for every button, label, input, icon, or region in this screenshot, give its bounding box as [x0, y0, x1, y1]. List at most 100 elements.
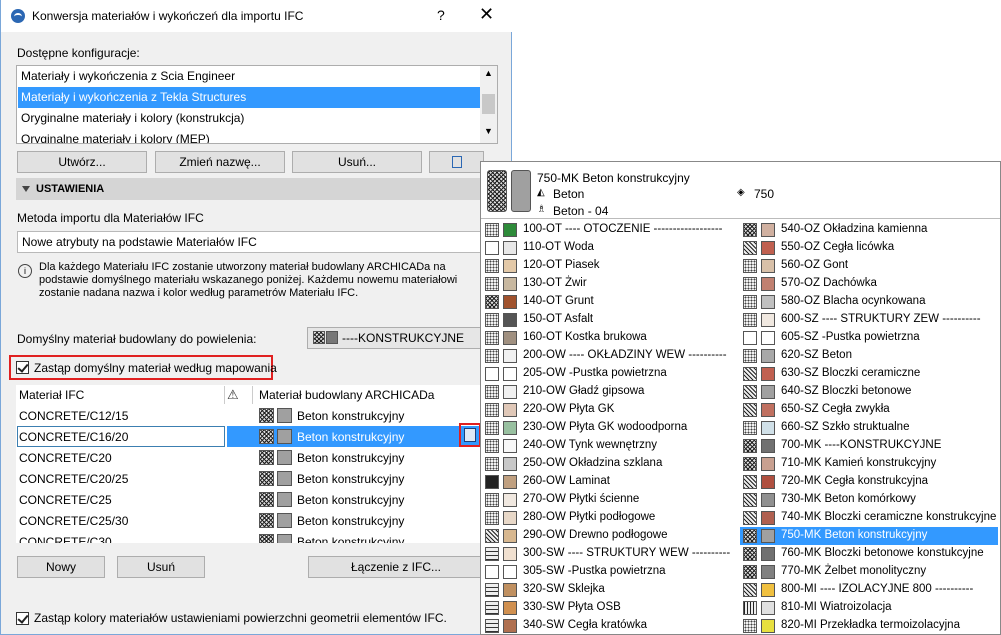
replace-default-checkbox[interactable] [16, 361, 29, 374]
material-list-item[interactable]: 600-SZ ---- STRUKTURY ZEW ---------- [740, 311, 998, 329]
color-swatch [761, 349, 775, 363]
color-swatch [761, 475, 775, 489]
table-row[interactable]: CONCRETE/C20 Beton konstrukcyjny [16, 447, 483, 468]
material-list-item[interactable]: 290-OW Drewno podłogowe [482, 527, 740, 545]
table-row[interactable]: CONCRETE/C30 Beton konstrukcyjny [16, 531, 483, 543]
material-list-item[interactable]: 140-OT Grunt [482, 293, 740, 311]
material-list-item[interactable]: 550-OZ Cegła licówka [740, 239, 998, 257]
color-swatch [761, 277, 775, 291]
remove-button[interactable]: Usuń [117, 556, 205, 578]
material-list-item[interactable]: 270-OW Płytki ścienne [482, 491, 740, 509]
color-swatch [503, 583, 517, 597]
color-swatch [503, 367, 517, 381]
help-button[interactable]: ? [437, 7, 445, 23]
fill-pattern-swatch [485, 547, 499, 561]
material-list-item[interactable]: 305-SW -Pustka powietrzna [482, 563, 740, 581]
merge-ifc-button[interactable]: Łączenie z IFC... [308, 556, 484, 578]
material-label: 250-OW Okładzina szklana [523, 457, 663, 469]
material-list-item[interactable]: 160-OT Kostka brukowa [482, 329, 740, 347]
default-material-dropdown[interactable]: ----KONSTRUKCYJNE [307, 327, 483, 349]
material-list-item[interactable]: 750-MK Beton konstrukcyjny [740, 527, 998, 545]
material-list-item[interactable]: 200-OW ---- OKŁADZINY WEW ---------- [482, 347, 740, 365]
material-label: 305-SW -Pustka powietrzna [523, 565, 666, 577]
material-list-item[interactable]: 760-MK Bloczki betonowe konstukcyjne [740, 545, 998, 563]
config-item[interactable]: Oryginalne materiały i kolory (MEP) [18, 129, 480, 143]
material-list-item[interactable]: 110-OT Woda [482, 239, 740, 257]
material-list-item[interactable]: 320-SW Sklejka [482, 581, 740, 599]
material-list-item[interactable]: 100-OT ---- OTOCZENIE ------------------ [482, 221, 740, 239]
replace-colors-checkbox[interactable] [16, 612, 29, 625]
material-list-item[interactable]: 740-MK Bloczki ceramiczne konstrukcyjne [740, 509, 998, 527]
material-list-item[interactable]: 620-SZ Beton [740, 347, 998, 365]
material-label: 700-MK ----KONSTRUKCYJNE [781, 439, 942, 451]
fill-pattern-swatch [743, 277, 757, 291]
close-button[interactable]: ✕ [479, 4, 494, 25]
material-list-item[interactable]: 210-OW Gładź gipsowa [482, 383, 740, 401]
table-row[interactable]: CONCRETE/C16/20 Beton konstrukcyjny [16, 426, 483, 447]
material-list-item[interactable]: 800-MI ---- IZOLACYJNE 800 ---------- [740, 581, 998, 599]
material-list-item[interactable]: 340-SW Cegła kratówka [482, 617, 740, 635]
export-button[interactable] [429, 151, 484, 173]
material-list-item[interactable]: 720-MK Cegła konstrukcyjna [740, 473, 998, 491]
scroll-up-icon[interactable]: ▲ [484, 68, 493, 78]
configs-scrollbar[interactable]: ▲ ▼ [480, 66, 497, 143]
fill-pattern-swatch [743, 349, 757, 363]
settings-section-header[interactable]: USTAWIENIA [16, 178, 483, 200]
material-label: 220-OW Płyta GK [523, 403, 615, 415]
scroll-thumb[interactable] [482, 94, 495, 114]
material-list-item[interactable]: 630-SZ Bloczki ceramiczne [740, 365, 998, 383]
config-item[interactable]: Materiały i wykończenia z Scia Engineer [18, 66, 480, 87]
material-list-item[interactable]: 710-MK Kamień konstrukcyjny [740, 455, 998, 473]
material-list-item[interactable]: 820-MI Przekładka termoizolacyjna [740, 617, 998, 635]
new-button[interactable]: Nowy [17, 556, 105, 578]
conversion-dialog: Konwersja materiałów i wykończeń dla imp… [0, 0, 512, 635]
config-item[interactable]: Materiały i wykończenia z Tekla Structur… [18, 87, 480, 108]
table-row[interactable]: CONCRETE/C12/15 Beton konstrukcyjny [16, 405, 483, 426]
material-list-item[interactable]: 540-OZ Okładzina kamienna [740, 221, 998, 239]
table-row[interactable]: CONCRETE/C25/30 Beton konstrukcyjny [16, 510, 483, 531]
material-list-item[interactable]: 660-SZ Szkło struktualne [740, 419, 998, 437]
material-picker-button[interactable] [464, 428, 476, 442]
material-list-item[interactable]: 640-SZ Bloczki betonowe [740, 383, 998, 401]
material-list-item[interactable]: 330-SW Płyta OSB [482, 599, 740, 617]
material-label: 650-SZ Cegła zwykła [781, 403, 890, 415]
scroll-down-icon[interactable]: ▼ [484, 126, 493, 136]
material-list-item[interactable]: 280-OW Płytki podłogowe [482, 509, 740, 527]
material-list-item[interactable]: 205-OW -Pustka powietrzna [482, 365, 740, 383]
rename-button[interactable]: Zmień nazwę... [155, 151, 285, 173]
color-swatch [761, 421, 775, 435]
material-list-item[interactable]: 650-SZ Cegła zwykła [740, 401, 998, 419]
material-list-item[interactable]: 130-OT Żwir [482, 275, 740, 293]
material-list-item[interactable]: 250-OW Okładzina szklana [482, 455, 740, 473]
color-swatch [503, 331, 517, 345]
material-list-item[interactable]: 700-MK ----KONSTRUKCYJNE [740, 437, 998, 455]
material-list-item[interactable]: 570-OZ Dachówka [740, 275, 998, 293]
configs-list[interactable]: Materiały i wykończenia z Scia Engineer M… [16, 65, 498, 144]
table-row[interactable]: CONCRETE/C25 Beton konstrukcyjny [16, 489, 483, 510]
col-ifc-header[interactable]: Materiał IFC [19, 385, 84, 405]
create-button[interactable]: Utwórz... [17, 151, 147, 173]
color-swatch [761, 547, 775, 561]
material-list-item[interactable]: 240-OW Tynk wewnętrzny [482, 437, 740, 455]
material-list-item[interactable]: 220-OW Płyta GK [482, 401, 740, 419]
material-list-item[interactable]: 605-SZ -Pustka powietrzna [740, 329, 998, 347]
table-row[interactable]: CONCRETE/C20/25 Beton konstrukcyjny [16, 468, 483, 489]
delete-config-button[interactable]: Usuń... [292, 151, 422, 173]
color-swatch [761, 511, 775, 525]
archicad-material-name: Beton konstrukcyjny [297, 535, 405, 543]
material-list-item[interactable]: 150-OT Asfalt [482, 311, 740, 329]
material-list-item[interactable]: 730-MK Beton komórkowy [740, 491, 998, 509]
material-list-item[interactable]: 300-SW ---- STRUKTURY WEW ---------- [482, 545, 740, 563]
material-fill-swatch [259, 408, 274, 423]
material-list-item[interactable]: 770-MK Żelbet monolityczny [740, 563, 998, 581]
material-list-item[interactable]: 560-OZ Gont [740, 257, 998, 275]
config-item[interactable]: Oryginalne materiały i kolory (konstrukc… [18, 108, 480, 129]
material-list-item[interactable]: 580-OZ Blacha ocynkowana [740, 293, 998, 311]
material-list-item[interactable]: 260-OW Laminat [482, 473, 740, 491]
method-dropdown[interactable]: Nowe atrybuty na podstawie Materiałów IF… [17, 231, 484, 253]
col-archicad-header[interactable]: Materiał budowlany ARCHICADa [259, 385, 434, 405]
material-list-item[interactable]: 120-OT Piasek [482, 257, 740, 275]
material-list-item[interactable]: 810-MI Wiatroizolacja [740, 599, 998, 617]
material-color-swatch [277, 429, 292, 444]
material-list-item[interactable]: 230-OW Płyta GK wodoodporna [482, 419, 740, 437]
